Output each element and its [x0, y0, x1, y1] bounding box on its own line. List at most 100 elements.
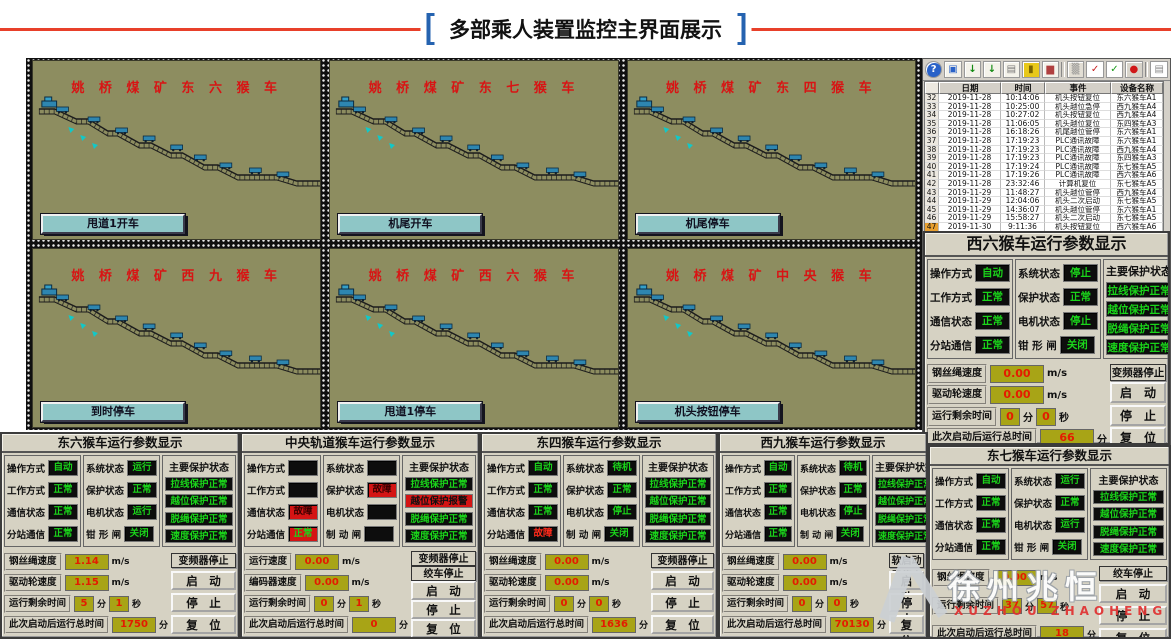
- locomotive-icon: [42, 285, 57, 295]
- log-row[interactable]: 452019-11-2914:36:07机头越位管停东六猴车A1: [925, 206, 1163, 215]
- map-panel-button[interactable]: 机头按钮停车: [636, 402, 780, 422]
- log-row[interactable]: 422019-11-2823:32:46计算机复位东七猴车A5: [925, 180, 1163, 189]
- direction-arrow-icon: [675, 323, 681, 329]
- direction-arrow-icon: [378, 135, 384, 141]
- speed-row: 驱动轮速度0.00m/s: [484, 574, 648, 592]
- audit-green-icon[interactable]: ✓: [1106, 61, 1123, 78]
- status-label: 操作方式: [247, 461, 285, 475]
- start-button[interactable]: 启 动: [411, 581, 476, 600]
- cable-car-icon: [547, 356, 559, 362]
- stop-button[interactable]: 停 止: [889, 593, 924, 612]
- map-panel-5: 姚 桥 煤 矿 西 六 猴 车甩道1停车: [329, 248, 618, 428]
- status-value: 故障: [528, 526, 558, 542]
- log-row[interactable]: 412019-11-2817:19:26PLC通讯故障西六猴车A6: [925, 171, 1163, 180]
- reset-button[interactable]: 复 位: [1099, 628, 1167, 639]
- start-button[interactable]: 启 动: [1110, 382, 1166, 403]
- drive-state-label: 变频器停止: [1110, 364, 1166, 381]
- log-row[interactable]: 342019-11-2810:27:02机头按钮复位西九猴车A4: [925, 111, 1163, 120]
- status-row: 通信状态故障: [247, 504, 318, 520]
- status-value: 待机: [839, 460, 867, 476]
- drive-state-label: 软启动器停止: [889, 553, 924, 568]
- start-button[interactable]: 启 动: [171, 571, 236, 590]
- log-row[interactable]: 322019-11-2810:14:06机头按钮复位东六猴车A1: [925, 94, 1163, 103]
- protection-box: 主要保护状态拉线保护正常越位保护正常脱绳保护正常速度保护正常: [162, 455, 236, 547]
- speed-row: 钢丝绳速度0.00m/s: [722, 553, 886, 571]
- reset-button[interactable]: 复 位: [171, 615, 236, 634]
- stop-button[interactable]: 停 止: [411, 600, 476, 619]
- reset-button[interactable]: 复 位: [651, 615, 714, 634]
- status-value: 停止: [839, 504, 867, 520]
- log-row[interactable]: 442019-11-2912:04:06机头二次启动东七猴车A5: [925, 197, 1163, 206]
- log-row[interactable]: 332019-11-2810:25:00机头越位急停西九猴车A4: [925, 103, 1163, 112]
- status-label: 分站通信: [930, 338, 972, 353]
- map-panel-button[interactable]: 机尾停车: [636, 214, 780, 234]
- reset-button[interactable]: 复 位: [889, 615, 924, 634]
- status-label: 工作方式: [247, 483, 285, 497]
- status-row: 工作方式正常: [930, 288, 1010, 306]
- event-log-table: 日期时间事件设备名称322019-11-2810:14:06机头按钮复位东六猴车…: [924, 81, 1164, 232]
- chart-icon[interactable]: ▆: [1042, 61, 1059, 78]
- audit-red-icon[interactable]: ✓: [1086, 61, 1103, 78]
- log-row[interactable]: 352019-11-2811:06:05机头越位复位东四猴车A3: [925, 120, 1163, 129]
- status-label: 保护状态: [1018, 290, 1060, 305]
- monitoring-main-screen: 多部乘人装置监控主界面展示 姚 桥 煤 矿 东 六 猴 车甩道1开车姚 桥 煤 …: [0, 0, 1171, 639]
- remain-time-row: 运行剩余时间0分0秒: [722, 595, 886, 613]
- log-row[interactable]: 392019-11-2817:19:23PLC通讯故障东四猴车A3: [925, 154, 1163, 163]
- start-button[interactable]: 启 动: [889, 571, 924, 590]
- stop-button[interactable]: 停 止: [1099, 606, 1167, 625]
- status-value: 故障: [367, 482, 397, 498]
- stop-button[interactable]: 停 止: [171, 593, 236, 612]
- cable-car-icon: [765, 145, 777, 151]
- status-row: 工作方式: [247, 482, 318, 498]
- start-button[interactable]: 启 动: [1099, 584, 1167, 603]
- report-icon[interactable]: ▤: [1150, 61, 1167, 78]
- direction-arrow-icon: [663, 315, 669, 321]
- map-panel-button[interactable]: 机尾开车: [338, 214, 482, 234]
- status-label: 系统状态: [326, 461, 364, 475]
- monitor-icon[interactable]: ▣: [944, 61, 961, 78]
- locomotive-icon: [339, 97, 354, 107]
- copy-icon[interactable]: ▤: [1003, 61, 1020, 78]
- status-value: 正常: [288, 526, 318, 542]
- log-row[interactable]: 432019-11-2911:48:27机头越位管停西九猴车A4: [925, 189, 1163, 198]
- log-row[interactable]: 382019-11-2817:19:23PLC通讯故障西九猴车A4: [925, 146, 1163, 155]
- log-row[interactable]: 372019-11-2817:19:23PLC通讯故障东六猴车A1: [925, 137, 1163, 146]
- param-panel: 西六猴车运行参数显示操作方式自动工作方式正常通信状态正常分站通信正常系统状态停止…: [923, 231, 1170, 445]
- status-label: 工作方式: [930, 290, 972, 305]
- hand-icon[interactable]: ▒: [1067, 61, 1084, 78]
- stop-button[interactable]: 停 止: [651, 593, 714, 612]
- map-panel-title: 姚 桥 煤 矿 西 六 猴 车: [330, 265, 617, 284]
- stop-button[interactable]: 停 止: [1110, 405, 1166, 426]
- remain-time-row: 运行剩余时间0分0秒: [484, 595, 648, 613]
- reset-button[interactable]: 复 位: [411, 619, 476, 638]
- status-label: 分站通信: [7, 527, 45, 541]
- map-panel-6: 姚 桥 煤 矿 中 央 猴 车机头按钮停车: [627, 248, 916, 428]
- reset-button[interactable]: 复 位: [1110, 427, 1166, 445]
- protection-status: 速度保护正常: [165, 529, 233, 543]
- map-panel-3: 姚 桥 煤 矿 东 四 猴 车机尾停车: [627, 60, 916, 240]
- status-value: 正常: [764, 482, 792, 498]
- import-icon[interactable]: ↓: [964, 61, 981, 78]
- lock-icon[interactable]: ▮: [1022, 61, 1039, 78]
- control-buttons: 变频器停止启 动停 止复 位: [1110, 363, 1166, 445]
- status-row: 钳 形 闸关闭: [1018, 336, 1098, 354]
- log-row[interactable]: 462019-11-2915:58:27机头二次启动东七猴车A5: [925, 214, 1163, 223]
- cable-car-icon: [441, 136, 453, 142]
- map-panel-button[interactable]: 甩道1停车: [338, 402, 482, 422]
- protection-title: 主要保护状态: [1106, 263, 1170, 279]
- direction-arrow-icon: [389, 331, 395, 337]
- cable-car-icon: [738, 136, 750, 142]
- status-row: 工作方式正常: [935, 495, 1006, 511]
- help-icon[interactable]: ?: [925, 61, 942, 78]
- start-button[interactable]: 启 动: [651, 571, 714, 590]
- export-icon[interactable]: ↓: [983, 61, 1000, 78]
- status-value: [288, 482, 318, 498]
- speed-row: 钢丝绳速度1.14m/s: [4, 553, 168, 571]
- log-row[interactable]: 402019-11-2817:19:24PLC通讯故障东七猴车A5: [925, 163, 1163, 172]
- map-panel-button[interactable]: 甩道1开车: [41, 214, 185, 234]
- cable-car-icon: [194, 155, 206, 161]
- status-row: 操作方式自动: [487, 460, 558, 476]
- log-row[interactable]: 362019-11-2816:18:26机尾越位管停东六猴车A1: [925, 128, 1163, 137]
- map-panel-button[interactable]: 到时停车: [41, 402, 185, 422]
- estop-icon[interactable]: ●: [1125, 61, 1142, 78]
